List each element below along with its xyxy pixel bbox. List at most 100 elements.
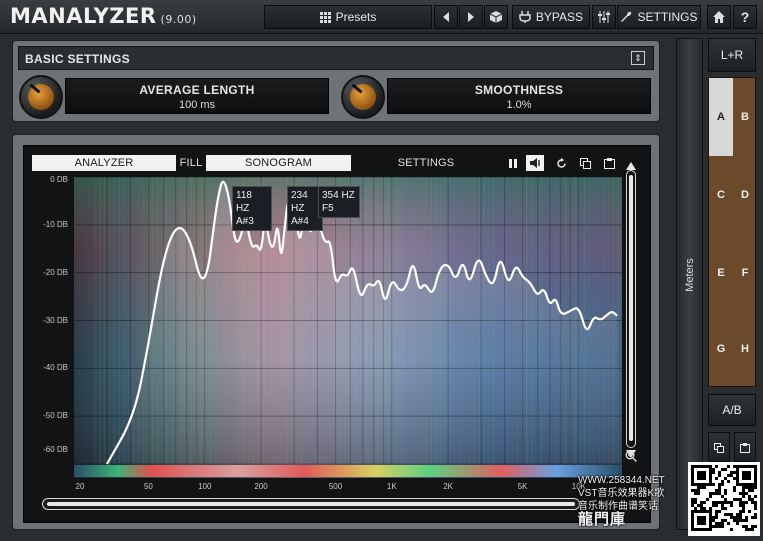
help-button[interactable]: ? — [733, 5, 757, 29]
average-length-display[interactable]: AVERAGE LENGTH 100 ms — [65, 78, 329, 114]
qr-module — [721, 504, 724, 507]
qr-module — [691, 474, 694, 477]
qr-module — [754, 504, 757, 507]
preset-slots: A B C D E F G H — [708, 77, 756, 387]
qr-module — [730, 528, 733, 531]
qr-module — [718, 510, 721, 513]
y-tick-label: -60 DB — [43, 445, 68, 454]
preset-slot-a[interactable]: A — [709, 78, 733, 156]
qr-module — [709, 510, 712, 513]
y-tick-label: -40 DB — [43, 363, 68, 373]
spectrum-plot[interactable] — [74, 177, 622, 478]
copy-button[interactable] — [576, 155, 594, 171]
home-button[interactable] — [707, 5, 731, 29]
qr-module — [736, 519, 739, 522]
qr-module — [700, 483, 703, 486]
qr-module — [742, 525, 745, 528]
panel-menu-icon[interactable]: ⇕ — [631, 51, 645, 65]
qr-module — [751, 483, 754, 486]
qr-module — [724, 489, 727, 492]
freeze-button[interactable] — [526, 155, 544, 171]
qr-module — [736, 465, 739, 468]
qr-code — [688, 462, 760, 536]
tab-settings[interactable]: SETTINGS — [386, 155, 466, 171]
pause-button[interactable] — [504, 155, 522, 171]
analyzer-screen: ANALYZER FILL SONOGRAM SETTINGS 0 DB -10 … — [23, 145, 651, 523]
reset-button[interactable] — [552, 155, 570, 171]
ab-compare-button[interactable]: A/B — [708, 394, 756, 426]
qr-module — [709, 474, 712, 477]
qr-module — [703, 510, 706, 513]
paste-slot-button[interactable] — [734, 432, 756, 462]
bypass-button[interactable]: BYPASS — [512, 5, 590, 29]
qr-module — [733, 489, 736, 492]
qr-module — [697, 483, 700, 486]
watermark-line: WWW.258344.NET — [578, 475, 665, 486]
qr-module — [709, 516, 712, 519]
qr-module — [730, 474, 733, 477]
param-name: SMOOTHNESS — [474, 83, 564, 97]
qr-module — [736, 513, 739, 516]
qr-module — [697, 486, 700, 489]
preset-slot-c[interactable]: C — [709, 156, 733, 234]
qr-module — [694, 465, 697, 468]
qr-module — [712, 525, 715, 528]
mixer-button[interactable] — [592, 5, 616, 29]
qr-module — [700, 504, 703, 507]
average-length-knob[interactable] — [19, 75, 63, 119]
y-tick-label: -20 DB — [43, 267, 68, 277]
tab-analyzer[interactable]: ANALYZER — [32, 155, 176, 171]
next-preset-button[interactable] — [459, 5, 483, 29]
qr-module — [739, 492, 742, 495]
qr-module — [700, 486, 703, 489]
qr-module — [754, 516, 757, 519]
settings-button[interactable]: SETTINGS — [617, 5, 701, 29]
copy-slot-button[interactable] — [708, 432, 730, 462]
preset-slot-f[interactable]: F — [733, 234, 757, 312]
qr-module — [745, 486, 748, 489]
qr-module — [703, 507, 706, 510]
qr-module — [718, 501, 721, 504]
paste-icon — [740, 443, 750, 453]
smoothness-knob[interactable] — [341, 75, 385, 119]
qr-module — [721, 501, 724, 504]
settings-label: SETTINGS — [637, 10, 698, 24]
qr-module — [715, 492, 718, 495]
horizontal-range-scrollbar[interactable] — [42, 498, 580, 510]
qr-module — [700, 477, 703, 480]
meters-panel-toggle[interactable]: Meters — [676, 38, 703, 530]
smoothness-display[interactable]: SMOOTHNESS 1.0% — [387, 78, 651, 114]
scroll-thumb[interactable] — [47, 502, 575, 506]
zoom-icon[interactable] — [625, 450, 637, 462]
qr-code-graphic — [691, 465, 757, 531]
preset-slot-g[interactable]: G — [709, 310, 733, 388]
qr-module — [748, 477, 751, 480]
param-value: 100 ms — [178, 99, 216, 111]
tab-sonogram[interactable]: SONOGRAM — [206, 155, 351, 171]
vertical-range-scrollbar[interactable] — [626, 162, 636, 458]
tab-fill[interactable]: FILL — [178, 155, 204, 171]
qr-module — [733, 519, 736, 522]
qr-module — [736, 480, 739, 483]
qr-module — [712, 468, 715, 471]
qr-module — [694, 510, 697, 513]
preset-slot-b[interactable]: B — [733, 78, 757, 156]
qr-module — [724, 477, 727, 480]
peak-label-1: 118 HZ A#3 — [232, 186, 272, 231]
paste-button[interactable] — [600, 155, 618, 171]
qr-module — [712, 516, 715, 519]
presets-button[interactable]: Presets — [264, 5, 432, 29]
scroll-up-icon[interactable] — [626, 162, 636, 170]
x-tick-label: 20 — [75, 482, 85, 491]
preset-slot-h[interactable]: H — [733, 310, 757, 388]
peak-frequency: 118 HZ — [236, 190, 252, 214]
qr-module — [727, 474, 730, 477]
channel-mode-button[interactable]: L+R — [708, 38, 756, 72]
preset-slot-d[interactable]: D — [733, 156, 757, 234]
randomize-button[interactable] — [484, 5, 508, 29]
scroll-thumb[interactable] — [629, 175, 633, 441]
preset-slot-e[interactable]: E — [709, 234, 733, 312]
qr-module — [703, 528, 706, 531]
qr-module — [691, 519, 694, 522]
previous-preset-button[interactable] — [434, 5, 458, 29]
